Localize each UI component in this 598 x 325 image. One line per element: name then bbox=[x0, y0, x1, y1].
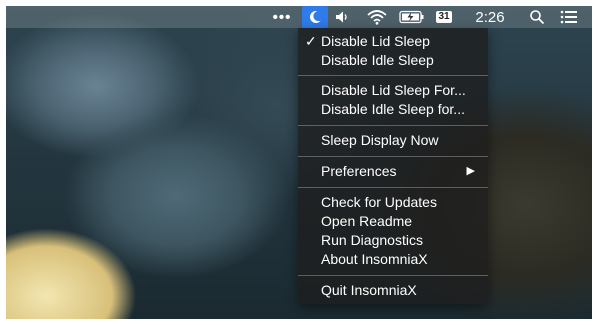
menu-item-disable-lid-sleep[interactable]: ✓ Disable Lid Sleep bbox=[298, 32, 488, 51]
menu-item-about-insomniax[interactable]: About InsomniaX bbox=[298, 250, 488, 269]
moon-icon bbox=[309, 10, 321, 23]
menu-item-label: Disable Lid Sleep For... bbox=[321, 82, 466, 98]
menu-item-label: Run Diagnostics bbox=[321, 232, 423, 248]
menu-item-quit-insomniax[interactable]: Quit InsomniaX bbox=[298, 281, 488, 300]
menu-item-label: Check for Updates bbox=[321, 194, 437, 210]
battery-charging-icon[interactable] bbox=[398, 6, 426, 28]
menu-item-label: Sleep Display Now bbox=[321, 132, 439, 148]
notification-list-icon bbox=[560, 10, 577, 24]
menu-item-disable-idle-sleep-for[interactable]: Disable Idle Sleep for... bbox=[298, 100, 488, 119]
menu-item-label: Quit InsomniaX bbox=[321, 282, 417, 298]
menu-bar: ••• 31 2:26 bbox=[6, 6, 592, 28]
calendar-day: 31 bbox=[436, 11, 452, 23]
menu-item-label: Preferences bbox=[321, 163, 397, 179]
battery-icon bbox=[399, 10, 424, 24]
volume-icon[interactable] bbox=[334, 6, 352, 28]
menu-item-label: Open Readme bbox=[321, 213, 413, 229]
menu-bar-clock[interactable]: 2:26 bbox=[468, 6, 512, 28]
menu-item-label: Disable Lid Sleep bbox=[321, 33, 430, 49]
menu-separator bbox=[298, 156, 488, 157]
menu-item-check-for-updates[interactable]: Check for Updates bbox=[298, 193, 488, 212]
magnifier-icon bbox=[530, 10, 545, 25]
menu-separator bbox=[298, 125, 488, 126]
menu-item-disable-idle-sleep[interactable]: Disable Idle Sleep bbox=[298, 51, 488, 70]
menu-separator bbox=[298, 187, 488, 188]
calendar-icon[interactable]: 31 bbox=[434, 6, 454, 28]
insomniax-moon-icon[interactable] bbox=[302, 6, 328, 28]
menu-separator bbox=[298, 275, 488, 276]
menu-item-open-readme[interactable]: Open Readme bbox=[298, 212, 488, 231]
search-icon[interactable] bbox=[528, 6, 546, 28]
submenu-arrow-icon: ▶ bbox=[466, 165, 475, 177]
list-icon[interactable] bbox=[558, 6, 580, 28]
speaker-icon bbox=[336, 11, 347, 23]
menu-item-disable-lid-sleep-for[interactable]: Disable Lid Sleep For... bbox=[298, 81, 488, 100]
menu-item-label: Disable Idle Sleep bbox=[321, 52, 434, 68]
insomniax-dropdown-menu: ✓ Disable Lid Sleep Disable Idle Sleep D… bbox=[298, 28, 488, 304]
menu-item-label: About InsomniaX bbox=[321, 251, 428, 267]
menu-item-sleep-display-now[interactable]: Sleep Display Now bbox=[298, 131, 488, 150]
menu-item-preferences[interactable]: Preferences ▶ bbox=[298, 162, 488, 181]
menu-item-label: Disable Idle Sleep for... bbox=[321, 101, 465, 117]
menu-separator bbox=[298, 75, 488, 76]
wifi-signal-icon bbox=[367, 10, 387, 25]
checkmark-icon: ✓ bbox=[305, 33, 317, 49]
more-icon[interactable]: ••• bbox=[271, 6, 293, 28]
wifi-icon[interactable] bbox=[366, 6, 388, 28]
menu-item-run-diagnostics[interactable]: Run Diagnostics bbox=[298, 231, 488, 250]
